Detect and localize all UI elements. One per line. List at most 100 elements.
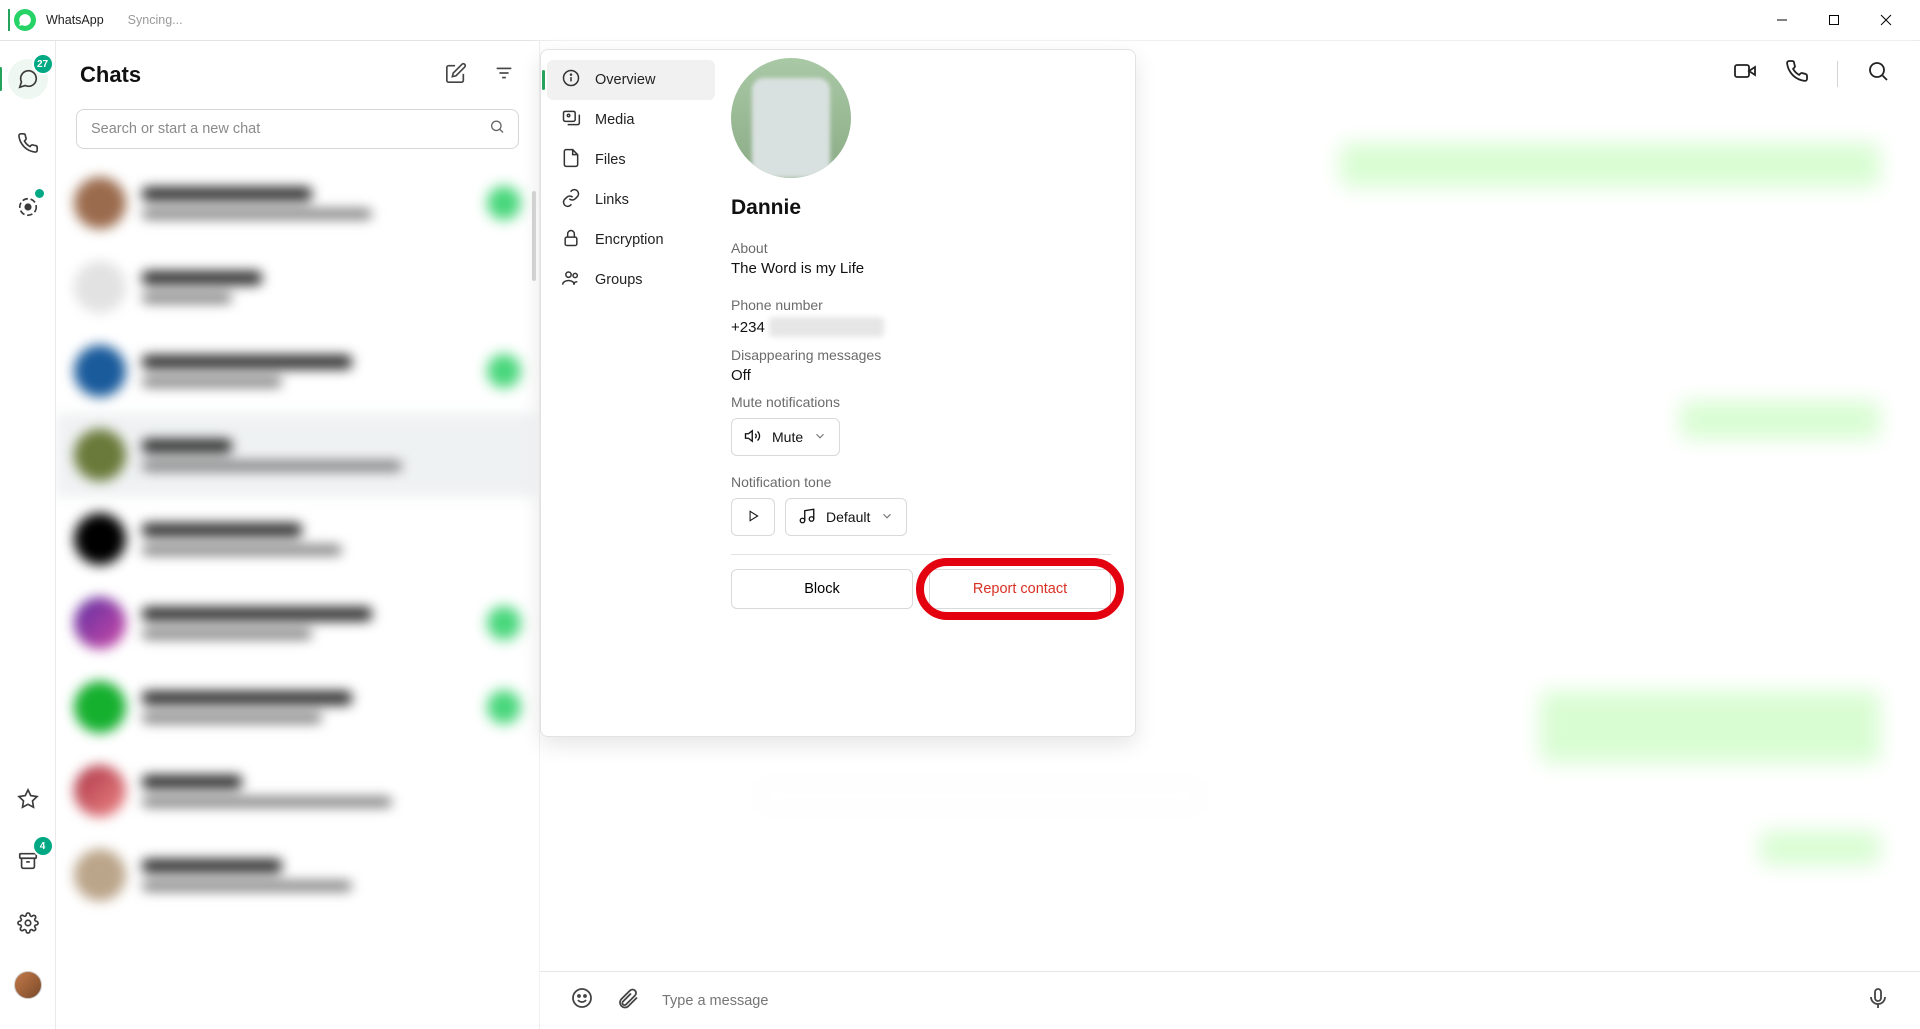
chat-list-panel: Chats [56, 41, 540, 1029]
tone-value: Default [826, 509, 870, 525]
links-icon [561, 188, 581, 212]
chat-row[interactable] [56, 245, 539, 329]
mic-icon[interactable] [1866, 986, 1890, 1015]
chat-row[interactable] [56, 833, 539, 917]
status-indicator-dot [35, 189, 44, 198]
lock-icon [561, 228, 581, 252]
sound-icon [744, 427, 762, 448]
about-label: About [731, 240, 1111, 256]
nav-rail-bottom: 4 [8, 779, 48, 1011]
nav-chats[interactable]: 27 [8, 59, 48, 99]
contact-actions: Block Report contact [731, 569, 1111, 609]
window-controls [1756, 0, 1912, 40]
attach-icon[interactable] [616, 986, 640, 1015]
phone-value: +234 [731, 317, 884, 337]
tab-encryption-label: Encryption [595, 232, 664, 248]
report-button-label: Report contact [973, 581, 1067, 597]
tab-links-label: Links [595, 192, 629, 208]
block-button[interactable]: Block [731, 569, 913, 609]
groups-icon [561, 268, 581, 292]
chats-title: Chats [80, 62, 141, 88]
tab-overview[interactable]: Overview [547, 60, 715, 100]
contact-info-popover: Overview Media Files Links Encryption [540, 49, 1136, 737]
chat-row[interactable] [56, 581, 539, 665]
chat-row[interactable] [56, 749, 539, 833]
disappearing-label: Disappearing messages [731, 347, 1111, 363]
tab-media[interactable]: Media [547, 100, 715, 140]
chevron-down-icon [880, 509, 894, 526]
nav-chats-badge: 27 [34, 55, 52, 73]
chevron-down-icon [813, 429, 827, 446]
report-contact-button[interactable]: Report contact [929, 569, 1111, 609]
chat-header-actions [1733, 59, 1890, 88]
app-shell: 27 4 Chats [0, 40, 1920, 1029]
info-icon [561, 68, 581, 92]
chat-search-icon[interactable] [1866, 59, 1890, 88]
search-icon [489, 119, 505, 140]
phone-label: Phone number [731, 297, 1111, 313]
tone-label: Notification tone [731, 474, 1111, 490]
disappearing-value: Off [731, 367, 1111, 384]
chat-list-scroll[interactable] [56, 161, 539, 1029]
window-close-button[interactable] [1860, 0, 1912, 40]
nav-rail: 27 4 [0, 41, 56, 1029]
mute-button[interactable]: Mute [731, 418, 840, 456]
tab-groups-label: Groups [595, 272, 643, 288]
mute-label: Mute notifications [731, 394, 1111, 410]
tone-select[interactable]: Default [785, 498, 907, 536]
separator [1837, 61, 1838, 87]
tab-links[interactable]: Links [547, 180, 715, 220]
play-icon [746, 509, 760, 526]
nav-archive-badge: 4 [34, 837, 52, 855]
nav-settings[interactable] [8, 903, 48, 943]
titlebar-left: WhatsApp Syncing... [8, 9, 183, 31]
tab-groups[interactable]: Groups [547, 260, 715, 300]
search-input[interactable] [76, 109, 519, 149]
chat-list-header: Chats [56, 41, 539, 109]
chat-row[interactable] [56, 665, 539, 749]
chat-row-selected[interactable] [56, 413, 539, 497]
tab-overview-label: Overview [595, 72, 655, 88]
message-input[interactable] [662, 993, 1844, 1009]
nav-archive[interactable]: 4 [8, 841, 48, 881]
tab-files[interactable]: Files [547, 140, 715, 180]
tab-encryption[interactable]: Encryption [547, 220, 715, 260]
phone-redacted [769, 317, 884, 337]
contact-photo[interactable] [731, 58, 851, 178]
contact-info-body[interactable]: Dannie About The Word is my Life Phone n… [721, 50, 1135, 736]
chat-row[interactable] [56, 161, 539, 245]
media-icon [561, 108, 581, 132]
play-tone-button[interactable] [731, 498, 775, 536]
titlebar: WhatsApp Syncing... [0, 0, 1920, 40]
tab-media-label: Media [595, 112, 635, 128]
filter-icon[interactable] [493, 62, 515, 89]
tab-files-label: Files [595, 152, 626, 168]
chat-row[interactable] [56, 497, 539, 581]
emoji-icon[interactable] [570, 986, 594, 1015]
window-minimize-button[interactable] [1756, 0, 1808, 40]
message-composer [540, 971, 1920, 1029]
chat-row[interactable] [56, 329, 539, 413]
window-maximize-button[interactable] [1808, 0, 1860, 40]
new-chat-icon[interactable] [445, 62, 467, 89]
files-icon [561, 148, 581, 172]
voice-call-icon[interactable] [1785, 59, 1809, 88]
divider [731, 554, 1111, 555]
whatsapp-logo-icon [8, 9, 36, 31]
phone-prefix: +234 [731, 319, 765, 336]
app-name: WhatsApp [46, 13, 104, 27]
nav-profile[interactable] [8, 965, 48, 1005]
sync-state: Syncing... [128, 13, 183, 27]
chat-list-header-actions [445, 62, 515, 89]
block-button-label: Block [804, 581, 839, 597]
nav-calls[interactable] [8, 123, 48, 163]
video-call-icon[interactable] [1733, 59, 1757, 88]
avatar-icon [14, 971, 42, 999]
nav-status[interactable] [8, 187, 48, 227]
chat-content: Overview Media Files Links Encryption [540, 41, 1920, 1029]
mute-button-label: Mute [772, 429, 803, 445]
nav-starred[interactable] [8, 779, 48, 819]
search-wrap [56, 109, 539, 161]
contact-name: Dannie [731, 196, 1111, 220]
music-note-icon [798, 507, 816, 528]
